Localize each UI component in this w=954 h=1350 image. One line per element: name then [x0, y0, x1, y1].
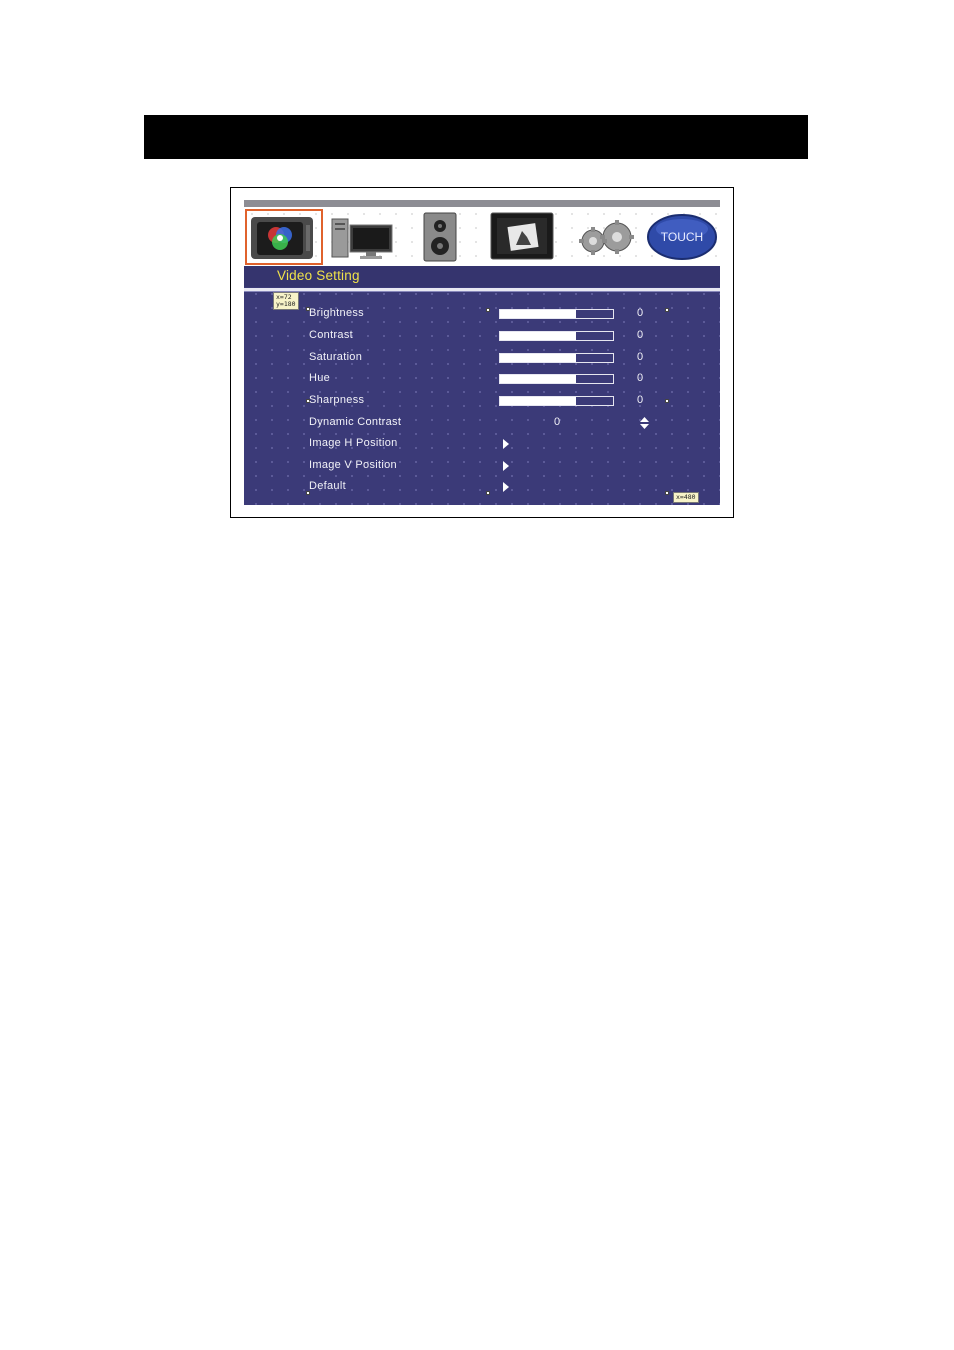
header-bar — [144, 115, 808, 159]
coordinate-tag-bottom-right: x=480 — [673, 492, 699, 503]
contrast-slider[interactable] — [499, 331, 614, 341]
menu-row-brightness[interactable]: Brightness 0 — [244, 304, 720, 324]
brightness-slider[interactable] — [499, 309, 614, 319]
menu-row-saturation[interactable]: Saturation 0 — [244, 348, 720, 368]
slider-fill — [500, 332, 576, 340]
row-value: 0 — [637, 329, 644, 341]
osd-menu: TOUCH Video Setting x=72 y=180 Brightnes… — [244, 200, 720, 505]
screen-image-icon[interactable] — [489, 211, 555, 263]
separator-line — [244, 288, 720, 292]
slider-fill — [500, 310, 576, 318]
row-label: Image H Position — [309, 437, 398, 449]
arrow-right-icon[interactable] — [503, 439, 509, 449]
row-label: Brightness — [309, 307, 364, 319]
arrow-right-icon[interactable] — [503, 461, 509, 471]
slider-fill — [500, 397, 576, 405]
hue-slider[interactable] — [499, 374, 614, 384]
row-label: Hue — [309, 372, 331, 384]
icon-strip: TOUCH — [244, 200, 720, 266]
touch-label: TOUCH — [661, 230, 703, 244]
screenshot-frame: TOUCH Video Setting x=72 y=180 Brightnes… — [230, 187, 734, 518]
menu-row-dynamic-contrast[interactable]: Dynamic Contrast 0 — [244, 413, 720, 433]
touch-icon[interactable]: TOUCH — [646, 211, 718, 263]
row-label: Dynamic Contrast — [309, 416, 402, 428]
tv-color-icon[interactable] — [245, 209, 323, 265]
row-value: 0 — [637, 394, 644, 406]
menu-row-image-v-position[interactable]: Image V Position — [244, 456, 720, 476]
row-label: Sharpness — [309, 394, 365, 406]
sharpness-slider[interactable] — [499, 396, 614, 406]
row-label: Saturation — [309, 351, 363, 363]
gears-icon[interactable] — [569, 211, 639, 263]
menu-row-default[interactable]: Default — [244, 477, 720, 497]
menu-title: Video Setting — [277, 268, 360, 283]
arrow-right-icon[interactable] — [503, 482, 509, 492]
menu-row-sharpness[interactable]: Sharpness 0 — [244, 391, 720, 411]
slider-fill — [500, 354, 576, 362]
row-value: 0 — [554, 416, 561, 428]
row-label: Contrast — [309, 329, 353, 341]
slider-fill — [500, 375, 576, 383]
up-down-arrow-icon[interactable] — [640, 417, 649, 429]
row-label: Image V Position — [309, 459, 397, 471]
row-value: 0 — [637, 307, 644, 319]
menu-row-hue[interactable]: Hue 0 — [244, 369, 720, 389]
menu-row-image-h-position[interactable]: Image H Position — [244, 434, 720, 454]
saturation-slider[interactable] — [499, 353, 614, 363]
menu-row-contrast[interactable]: Contrast 0 — [244, 326, 720, 346]
row-label: Default — [309, 480, 346, 492]
speaker-icon[interactable] — [422, 211, 458, 263]
pc-monitor-icon[interactable] — [330, 211, 396, 263]
row-value: 0 — [637, 372, 644, 384]
row-value: 0 — [637, 351, 644, 363]
